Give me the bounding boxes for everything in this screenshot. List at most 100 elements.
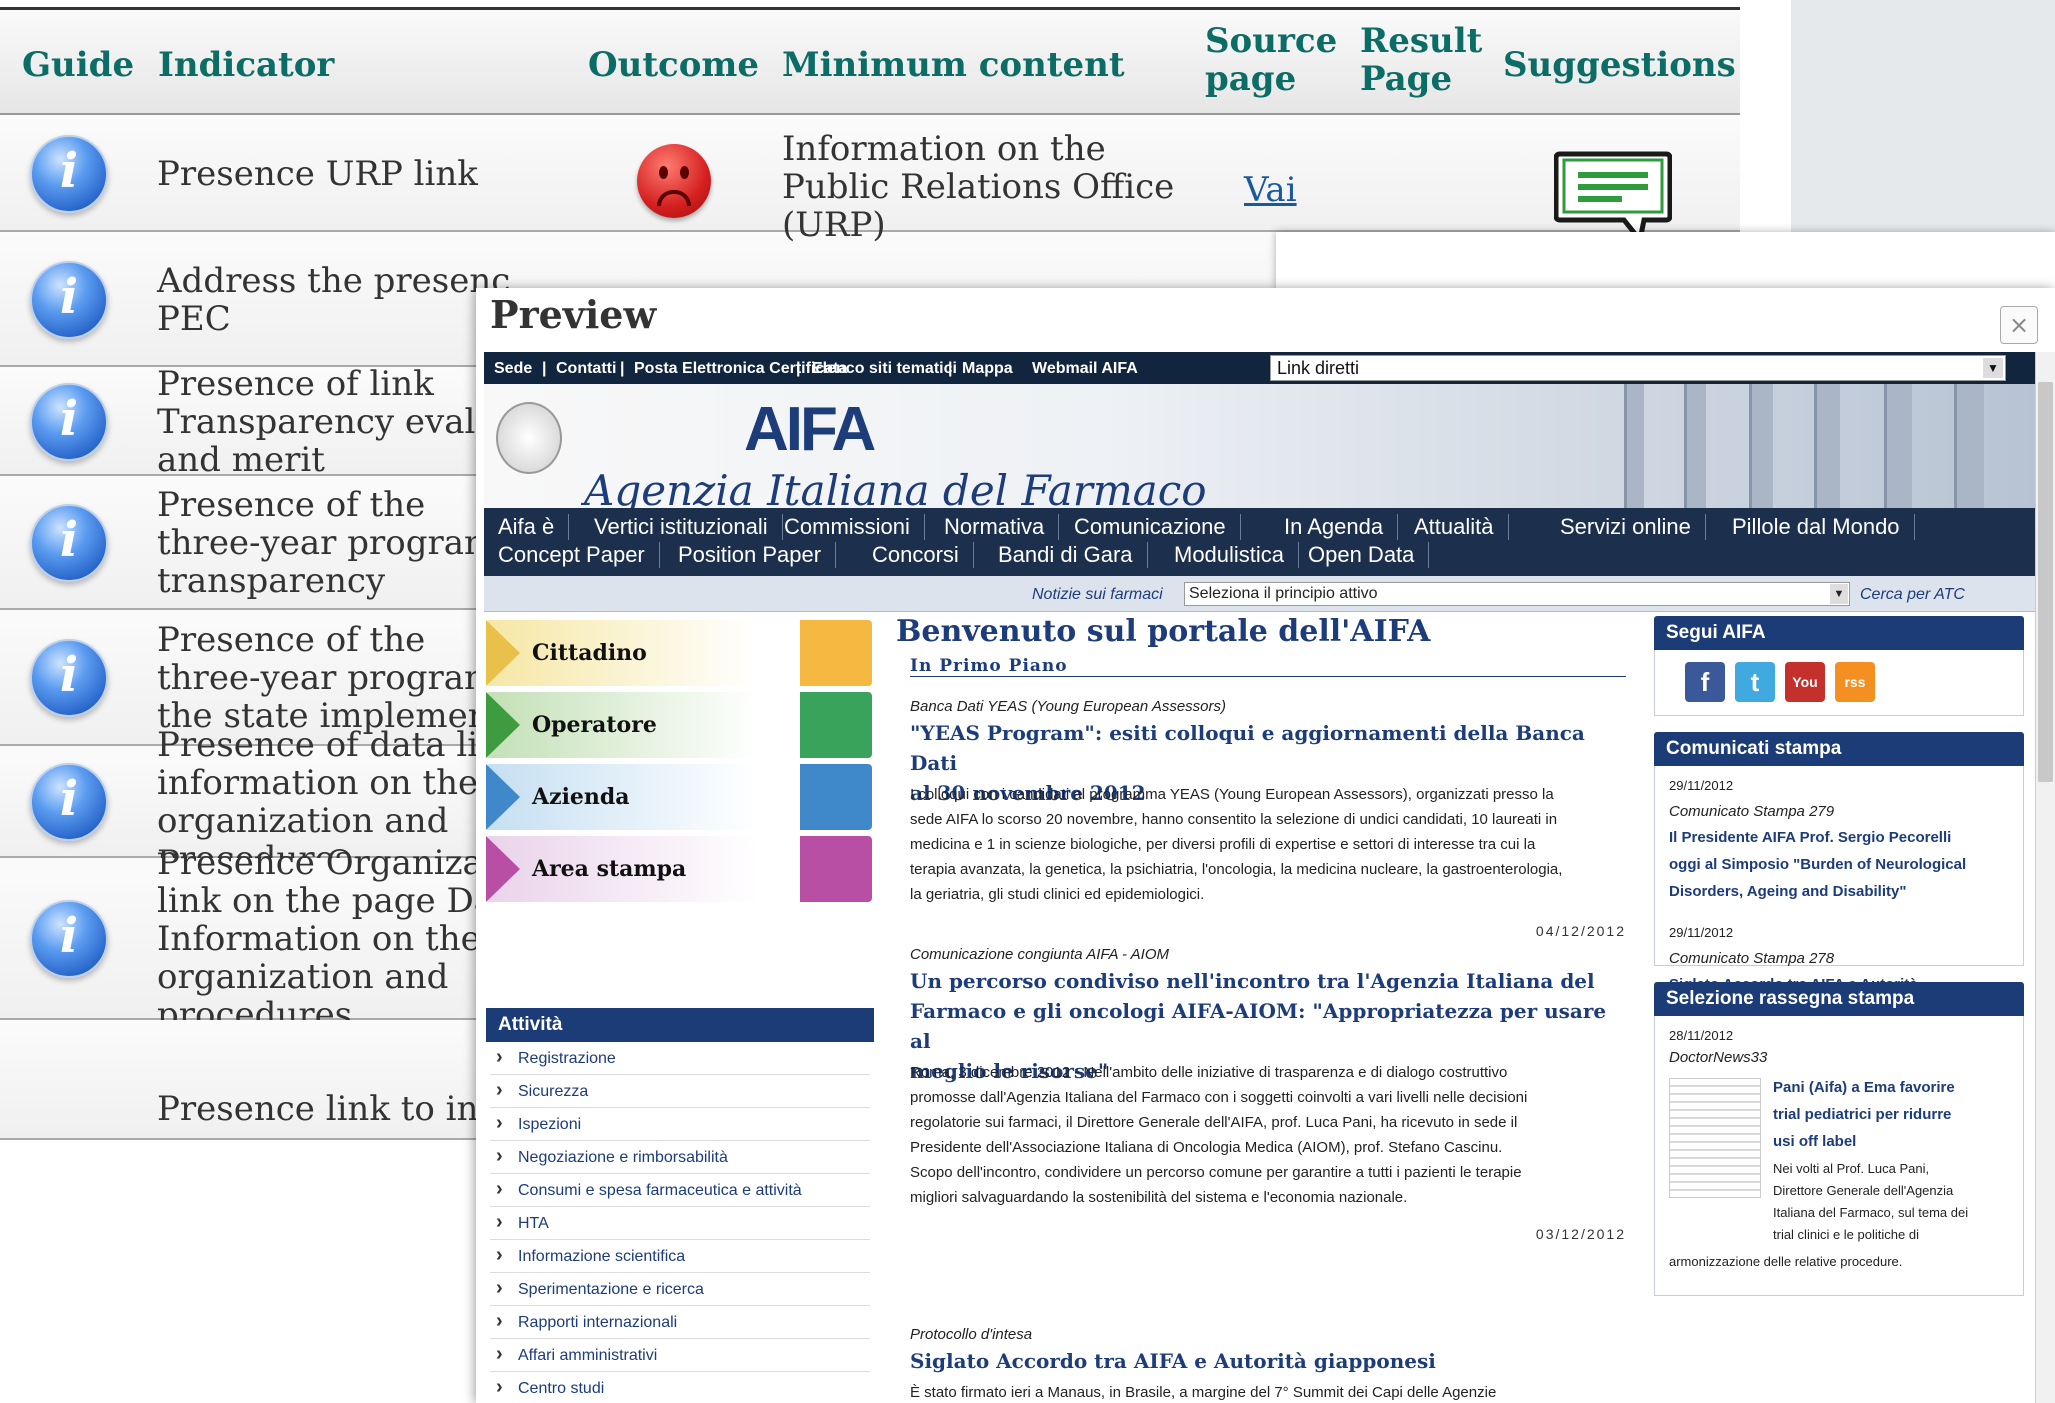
headline-line: "YEAS Program": esiti colloqui e aggiorn…: [910, 721, 1585, 775]
welcome-title: Benvenuto sul portale dell'AIFA: [896, 614, 1431, 649]
indicator-line: three-year program: [157, 658, 497, 698]
close-button[interactable]: ×: [2000, 306, 2038, 344]
category-azienda[interactable]: Azienda: [486, 764, 872, 830]
info-icon[interactable]: i: [30, 504, 108, 582]
indicator-line: and merit: [157, 440, 325, 480]
info-icon[interactable]: i: [30, 639, 108, 717]
header-suggestions: Suggestions: [1503, 45, 1736, 85]
topbar-link[interactable]: Sede: [494, 360, 532, 378]
active-ingredient-select[interactable]: Seleziona il principio attivo ▼: [1184, 582, 1850, 606]
attivita-item[interactable]: Registrazione: [490, 1044, 870, 1075]
topbar-link[interactable]: Mappa: [962, 360, 1013, 378]
attivita-item[interactable]: Sicurezza: [490, 1077, 870, 1108]
info-icon[interactable]: i: [30, 135, 108, 213]
nav-item[interactable]: Concorsi: [872, 542, 974, 568]
body-line: Scopo dell'incontro, condividere un perc…: [910, 1164, 1522, 1181]
youtube-icon[interactable]: You: [1785, 662, 1825, 702]
table-header: Guide Indicator Outcome Minimum content …: [0, 10, 1740, 115]
nav-item[interactable]: Attualità: [1414, 514, 1509, 540]
body-line: Presidente dell'Associazione Italiana di…: [910, 1139, 1503, 1156]
nav-item[interactable]: Comunicazione: [1074, 514, 1241, 540]
topbar-link[interactable]: Contatti: [556, 360, 616, 378]
indicator-line: Presence link to inte: [157, 1089, 513, 1129]
social-box: f t You rss: [1654, 650, 2024, 716]
comunicato-kicker: Comunicato Stampa 278: [1669, 950, 1835, 967]
nav-item[interactable]: Normativa: [944, 514, 1060, 540]
header-outcome: Outcome: [588, 45, 760, 85]
category-cittadino[interactable]: Cittadino: [486, 620, 872, 686]
indicator-line: Presence URP link: [157, 154, 478, 194]
body-line: regolatorie sui farmaci, il Direttore Ge…: [910, 1114, 1518, 1131]
category-arrow-icon: [486, 836, 520, 902]
topbar-separator: |: [796, 360, 801, 377]
aifa-website: Sede | Contatti | Posta Elettronica Certific…: [484, 352, 2035, 1403]
indicator-line: Presence of the: [157, 485, 426, 525]
info-icon[interactable]: i: [30, 900, 108, 978]
nav-item[interactable]: Open Data: [1308, 542, 1430, 568]
segui-heading: Segui AIFA: [1654, 616, 2024, 650]
info-icon[interactable]: i: [30, 383, 108, 461]
source-page-link[interactable]: Vai: [1244, 170, 1297, 210]
attivita-item[interactable]: HTA: [490, 1209, 870, 1240]
attivita-item[interactable]: Negoziazione e rimborsabilità: [490, 1143, 870, 1174]
nav-item[interactable]: In Agenda: [1284, 514, 1399, 540]
attivita-item[interactable]: Rapporti internazionali: [490, 1308, 870, 1339]
nav-item[interactable]: Pillole dal Mondo: [1732, 514, 1915, 540]
attivita-item[interactable]: Sperimentazione e ricerca: [490, 1275, 870, 1306]
attivita-item[interactable]: Informazione scientifica: [490, 1242, 870, 1273]
background-popup: [1276, 232, 2055, 292]
rassegna-title[interactable]: Pani (Aifa) a Ema favorire trial pediatri…: [1773, 1074, 2013, 1155]
facebook-icon[interactable]: f: [1685, 662, 1725, 702]
nav-item[interactable]: Aifa è: [498, 514, 570, 540]
body-line: sede AIFA lo scorso 20 novembre, hanno c…: [910, 811, 1558, 828]
nav-item[interactable]: Bandi di Gara: [998, 542, 1148, 568]
link-diretti-select[interactable]: Link diretti ▼: [1270, 355, 2006, 381]
nav-item[interactable]: Vertici istituzionali: [594, 514, 783, 540]
nav-item[interactable]: Concept Paper: [498, 542, 660, 568]
rss-icon[interactable]: rss: [1835, 662, 1875, 702]
nav-item[interactable]: Position Paper: [678, 542, 837, 568]
nav-item[interactable]: Commissioni: [784, 514, 925, 540]
headline-line: Un percorso condiviso nell'incontro tra …: [910, 969, 1595, 993]
republic-emblem-icon: [496, 402, 562, 474]
info-icon[interactable]: i: [30, 261, 108, 339]
attivita-item[interactable]: Consumi e spesa farmaceutica e attività: [490, 1176, 870, 1207]
info-icon-glyph: i: [59, 908, 79, 964]
right-column: Segui AIFA f t You rss Comunicati stampa…: [1654, 616, 2024, 1396]
indicator-line: Transparency evalua: [157, 402, 518, 442]
speech-bubble-icon[interactable]: [1554, 150, 1672, 244]
info-icon[interactable]: i: [30, 763, 108, 841]
body-line: trial clinici e le politiche di: [1773, 1227, 1919, 1242]
header-indicator: Indicator: [158, 45, 335, 85]
indicator-text: Presence URP link: [157, 155, 478, 193]
title-line: oggi al Simposio "Burden of Neurological: [1669, 856, 1967, 873]
aifa-logo[interactable]: AIFA: [744, 394, 876, 465]
category-icon: [800, 620, 872, 686]
comunicati-heading: Comunicati stampa: [1654, 732, 2024, 766]
indicator-line: PEC: [157, 299, 231, 339]
preview-dialog: Preview × Sede | Contatti | Posta Elettronic…: [476, 288, 2055, 1403]
twitter-icon[interactable]: t: [1735, 662, 1775, 702]
category-operatore[interactable]: Operatore: [486, 692, 872, 758]
indicator-line: Presence of data link: [157, 725, 521, 765]
topbar-link[interactable]: Elenco siti tematici: [812, 360, 957, 378]
rassegna-tail: armonizzazione delle relative procedure.: [1669, 1254, 1903, 1269]
search-atc-link[interactable]: Cerca per ATC: [1860, 586, 1965, 604]
attivita-item[interactable]: Affari amministrativi: [490, 1341, 870, 1372]
title-line: Disorders, Ageing and Disability": [1669, 883, 1907, 900]
info-icon-glyph: i: [59, 512, 79, 568]
nav-item[interactable]: Servizi online: [1560, 514, 1706, 540]
news-headline[interactable]: Siglato Accordo tra AIFA e Autorità giap…: [910, 1346, 1622, 1376]
drug-search-bar: Notizie sui farmaci Seleziona il princip…: [484, 576, 2035, 612]
news-kicker: Comunicazione congiunta AIFA - AIOM: [910, 946, 1169, 963]
scrollbar[interactable]: [2035, 352, 2055, 1403]
category-label: Cittadino: [532, 640, 647, 666]
category-arrow-icon: [486, 620, 520, 686]
attivita-item[interactable]: Centro studi: [490, 1374, 870, 1403]
topbar-link[interactable]: Webmail AIFA: [1032, 360, 1138, 378]
category-area-stampa[interactable]: Area stampa: [486, 836, 872, 902]
comunicato-title[interactable]: Il Presidente AIFA Prof. Sergio Pecorell…: [1669, 824, 2019, 905]
attivita-item[interactable]: Ispezioni: [490, 1110, 870, 1141]
header-source-page: Source page: [1205, 21, 1338, 99]
nav-item[interactable]: Modulistica: [1174, 542, 1300, 568]
